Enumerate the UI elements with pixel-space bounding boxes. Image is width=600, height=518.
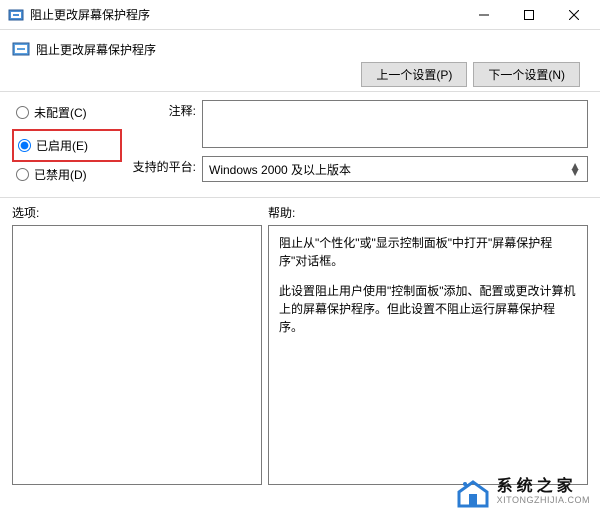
radio-group: 未配置(C) 已启用(E) 已禁用(D): [12, 100, 122, 191]
section-labels: 选项: 帮助:: [0, 204, 600, 225]
nav-buttons: 上一个设置(P) 下一个设置(N): [0, 62, 600, 87]
platform-value: Windows 2000 及以上版本: [209, 161, 351, 178]
policy-title: 阻止更改屏幕保护程序: [36, 41, 588, 58]
radio-enabled-label: 已启用(E): [36, 137, 88, 154]
comment-label: 注释:: [130, 100, 202, 148]
options-panel: [12, 225, 262, 485]
form-column: 注释: 支持的平台: Windows 2000 及以上版本 ▲ ▼: [130, 100, 588, 191]
radio-not-configured-input[interactable]: [16, 106, 29, 119]
minimize-button[interactable]: [461, 1, 506, 29]
policy-icon: [8, 7, 24, 23]
radio-not-configured-label: 未配置(C): [34, 104, 87, 121]
close-button[interactable]: [551, 1, 596, 29]
platform-row: 支持的平台: Windows 2000 及以上版本 ▲ ▼: [130, 156, 588, 182]
radio-disabled-label: 已禁用(D): [34, 166, 87, 183]
radio-disabled[interactable]: 已禁用(D): [12, 164, 122, 185]
watermark-en: XITONGZHIJIA.COM: [497, 496, 590, 506]
watermark-cn: 系统之家: [497, 478, 590, 496]
window-title: 阻止更改屏幕保护程序: [30, 6, 461, 23]
watermark-logo-icon: [455, 474, 491, 510]
radio-disabled-input[interactable]: [16, 168, 29, 181]
maximize-button[interactable]: [506, 1, 551, 29]
help-paragraph: 此设置阻止用户使用"控制面板"添加、配置或更改计算机上的屏幕保护程序。但此设置不…: [279, 282, 577, 336]
next-setting-button[interactable]: 下一个设置(N): [473, 62, 580, 87]
chevron-down-icon: ▼: [569, 169, 581, 175]
bottom-panels: 阻止从"个性化"或"显示控制面板"中打开"屏幕保护程序"对话框。 此设置阻止用户…: [0, 225, 600, 485]
prev-setting-button[interactable]: 上一个设置(P): [361, 62, 467, 87]
header: 阻止更改屏幕保护程序: [0, 30, 600, 66]
policy-header-icon: [12, 40, 30, 58]
help-paragraph: 阻止从"个性化"或"显示控制面板"中打开"屏幕保护程序"对话框。: [279, 234, 577, 270]
config-area: 未配置(C) 已启用(E) 已禁用(D) 注释: 支持的平台: Windows …: [0, 100, 600, 191]
radio-enabled-input[interactable]: [18, 139, 31, 152]
comment-row: 注释:: [130, 100, 588, 148]
help-panel: 阻止从"个性化"或"显示控制面板"中打开"屏幕保护程序"对话框。 此设置阻止用户…: [268, 225, 588, 485]
divider: [0, 91, 600, 92]
options-label: 选项:: [12, 204, 268, 221]
comment-input[interactable]: [202, 100, 588, 148]
watermark: 系统之家 XITONGZHIJIA.COM: [455, 474, 590, 510]
titlebar: 阻止更改屏幕保护程序: [0, 0, 600, 30]
divider: [0, 197, 600, 198]
help-label: 帮助:: [268, 204, 295, 221]
platform-label: 支持的平台:: [130, 156, 202, 182]
platform-box: Windows 2000 及以上版本 ▲ ▼: [202, 156, 588, 182]
radio-enabled[interactable]: 已启用(E): [12, 129, 122, 162]
watermark-text: 系统之家 XITONGZHIJIA.COM: [497, 478, 590, 505]
platform-scroll[interactable]: ▲ ▼: [569, 163, 581, 175]
radio-not-configured[interactable]: 未配置(C): [12, 102, 122, 123]
